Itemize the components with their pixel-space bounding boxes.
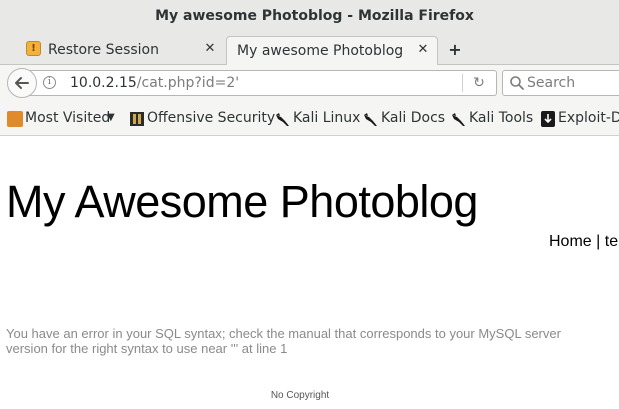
window-title: My awesome Photoblog - Mozilla Firefox xyxy=(155,8,474,24)
bookmark-label: Offensive Security xyxy=(147,110,276,126)
close-tab-icon[interactable]: ✕ xyxy=(415,42,431,58)
reload-icon[interactable]: ↻ xyxy=(470,74,488,92)
exploit-db-icon xyxy=(541,111,555,127)
url-text[interactable]: 10.0.2.15/cat.php?id=2' xyxy=(70,75,239,91)
footer-text: No Copyright xyxy=(270,390,330,401)
bookmark-kali-docs[interactable]: Kali Docs xyxy=(363,109,446,129)
site-nav: Home | te xyxy=(549,233,618,251)
new-tab-button[interactable]: + xyxy=(445,40,465,60)
url-bar[interactable]: i 10.0.2.15/cat.php?id=2' ↻ xyxy=(30,70,497,96)
browser-window: My awesome Photoblog - Mozilla Firefox !… xyxy=(0,0,619,409)
nav-link-next[interactable]: te xyxy=(605,233,618,250)
page-content: My Awesome Photoblog Home | te You have … xyxy=(0,136,619,409)
back-button[interactable] xyxy=(7,68,37,98)
search-input[interactable] xyxy=(527,73,619,93)
restore-session-icon: ! xyxy=(26,41,41,56)
url-host: 10.0.2.15 xyxy=(70,75,137,91)
nav-link-home[interactable]: Home xyxy=(549,233,592,250)
sql-error-message: You have an error in your SQL syntax; ch… xyxy=(6,326,561,356)
offsec-icon xyxy=(130,112,144,126)
site-info-icon[interactable]: i xyxy=(43,76,56,89)
kali-dragon-icon xyxy=(364,113,377,126)
bookmark-kali-linux[interactable]: Kali Linux xyxy=(275,109,361,129)
search-bar[interactable] xyxy=(502,70,619,96)
tab-strip: ! Restore Session ✕ My awesome Photoblog… xyxy=(0,34,619,65)
title-bar: My awesome Photoblog - Mozilla Firefox xyxy=(0,0,619,34)
bookmark-label: Kali Tools xyxy=(469,110,534,126)
navigation-bar: i 10.0.2.15/cat.php?id=2' ↻ xyxy=(0,65,619,101)
bookmark-label: Most Visited xyxy=(25,110,111,126)
bookmark-kali-tools[interactable]: Kali Tools xyxy=(451,109,535,129)
close-tab-icon[interactable]: ✕ xyxy=(202,41,218,57)
bookmark-exploit-db[interactable]: Exploit-DB xyxy=(540,109,619,129)
site-title: My Awesome Photoblog xyxy=(6,176,478,227)
bookmark-label: Kali Linux xyxy=(293,110,361,126)
tab-restore-session[interactable]: ! Restore Session ✕ xyxy=(20,36,224,63)
bookmark-label: Exploit-DB xyxy=(558,110,619,126)
bookmarks-toolbar: Most Visited ▼ Offensive Security Kali L… xyxy=(0,101,619,136)
kali-dragon-icon xyxy=(452,113,465,126)
search-icon xyxy=(510,76,524,90)
bookmark-offensive-security[interactable]: Offensive Security xyxy=(129,109,275,129)
url-path: /cat.php?id=2' xyxy=(136,75,240,91)
tab-my-awesome-photoblog[interactable]: My awesome Photoblog ✕ xyxy=(226,36,438,65)
chevron-down-icon: ▼ xyxy=(107,112,115,123)
bookmark-most-visited[interactable]: Most Visited ▼ xyxy=(7,109,119,129)
tab-label: Restore Session xyxy=(48,42,159,58)
folder-icon xyxy=(7,111,23,127)
back-arrow-icon xyxy=(15,77,29,89)
kali-dragon-icon xyxy=(276,113,289,126)
tab-label: My awesome Photoblog xyxy=(237,43,404,59)
url-separator xyxy=(462,74,463,92)
bookmark-label: Kali Docs xyxy=(381,110,446,126)
nav-separator: | xyxy=(596,233,601,250)
